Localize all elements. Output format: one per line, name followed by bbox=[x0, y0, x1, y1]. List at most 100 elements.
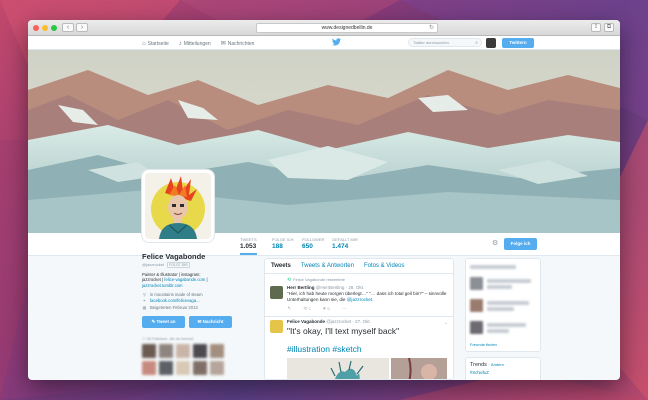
tweet-to-button[interactable]: ✎ Tweet an bbox=[142, 315, 185, 328]
more-icon[interactable]: ··· bbox=[342, 306, 347, 312]
account-avatar[interactable] bbox=[486, 38, 496, 48]
profile-name[interactable]: Felice Vagabonde bbox=[142, 252, 232, 261]
tab-tweets[interactable]: Tweets bbox=[271, 263, 291, 269]
maximize-window-button[interactable] bbox=[51, 25, 57, 31]
follow-button[interactable]: Folge ich bbox=[504, 238, 537, 250]
stat-followers[interactable]: FOLLOWER 650 bbox=[302, 237, 324, 250]
profile-sidebar: Felice Vagabonde @jazzrocket FOLGT DIR P… bbox=[142, 252, 232, 375]
home-icon: ⌂ bbox=[142, 40, 146, 47]
follower-avatar[interactable] bbox=[176, 360, 190, 375]
follow-button-label: Folge ich bbox=[510, 241, 531, 246]
address-bar[interactable]: www.designedbellin.de ↻ bbox=[256, 23, 438, 33]
tweet-author-avatar[interactable] bbox=[270, 286, 283, 299]
stat-tweets[interactable]: TWEETS 1.053 bbox=[240, 237, 257, 255]
profile-actions: ✎ Tweet an ✉ Nachricht bbox=[142, 315, 232, 328]
minimize-window-button[interactable] bbox=[42, 25, 48, 31]
close-window-button[interactable] bbox=[33, 25, 39, 31]
tweet-hashtags[interactable]: #illustration #sketch bbox=[287, 344, 447, 354]
tabs-icon[interactable]: ⧉ bbox=[604, 23, 614, 32]
tweet-author-avatar[interactable] bbox=[270, 319, 283, 333]
joined-text: Beigetreten Februar 2013 bbox=[150, 304, 198, 310]
follower-avatar[interactable] bbox=[159, 343, 173, 358]
nav-notifications[interactable]: ♪ Mitteilungen bbox=[179, 40, 211, 47]
stat-followers-label: FOLLOWER bbox=[302, 237, 325, 242]
tweet-author-handle[interactable]: @HerrBertling bbox=[316, 285, 345, 290]
search-input[interactable]: Twitter durchsuchen ⌕ bbox=[408, 38, 482, 47]
find-friends-link[interactable]: Freunde finden bbox=[470, 342, 536, 347]
forward-icon[interactable]: › bbox=[76, 23, 88, 32]
browser-nav: ‹ › bbox=[62, 23, 88, 32]
tweet-media bbox=[287, 357, 447, 379]
follower-avatar[interactable] bbox=[176, 343, 190, 358]
stat-tweets-label: TWEETS bbox=[240, 237, 257, 242]
suggestion-avatar[interactable] bbox=[470, 277, 483, 290]
stat-likes[interactable]: GEFÄLLT MIR 1.474 bbox=[332, 237, 358, 250]
bio-link-tumblr[interactable]: jazzrocket.tumblr.com bbox=[142, 283, 232, 288]
suggestion-avatar[interactable] bbox=[470, 321, 483, 334]
nav-home[interactable]: ⌂ Startseite bbox=[142, 40, 169, 47]
nav-messages[interactable]: ✉ Nachrichten bbox=[220, 40, 255, 48]
share-icon[interactable]: ⇪ bbox=[591, 23, 601, 32]
trend-item[interactable]: #SchiefuZ bbox=[470, 370, 536, 375]
retweet-action[interactable]: ⟲ 1 bbox=[303, 306, 311, 312]
follows-you-badge: FOLGT DIR bbox=[167, 262, 190, 268]
follower-avatar[interactable] bbox=[159, 360, 173, 375]
tweet-date[interactable]: · 28. Okt. bbox=[346, 285, 365, 290]
message-button[interactable]: ✉ Nachricht bbox=[189, 315, 232, 328]
back-icon[interactable]: ‹ bbox=[62, 23, 74, 32]
reload-icon[interactable]: ↻ bbox=[429, 24, 434, 33]
followers-you-know[interactable]: ⚇ 33 Follower, die du kennst bbox=[142, 336, 232, 341]
stat-following-value: 188 bbox=[272, 243, 283, 250]
reply-icon[interactable]: ↰ bbox=[287, 306, 291, 312]
profile-nav: TWEETS 1.053 FOLGE ICH 188 FOLLOWER 650 … bbox=[28, 233, 620, 256]
tab-tweets-replies[interactable]: Tweets & Antworten bbox=[301, 263, 354, 269]
browser-actions: ⇪ ⧉ bbox=[591, 23, 614, 32]
search-placeholder: Twitter durchsuchen bbox=[413, 40, 449, 45]
envelope-icon: ✉ bbox=[220, 41, 226, 47]
retweet-note: ⟲ Felice Vagabonde retweetete bbox=[265, 274, 453, 283]
follower-avatar[interactable] bbox=[193, 343, 207, 358]
gear-icon[interactable]: ⚙ bbox=[492, 239, 498, 247]
blurred-line bbox=[487, 279, 532, 283]
trends-card: Trends · Ändern #SchiefuZ bbox=[465, 357, 541, 380]
tweet-author-handle[interactable]: @jazzrocket bbox=[326, 319, 351, 324]
suggestion-item[interactable] bbox=[470, 321, 536, 335]
tweet-image[interactable] bbox=[287, 357, 389, 379]
twitter-topbar: ⌂ Startseite ♪ Mitteilungen ✉ Nachrichte… bbox=[28, 36, 620, 50]
profile-avatar[interactable] bbox=[142, 170, 214, 242]
stat-following[interactable]: FOLGE ICH 188 bbox=[272, 237, 294, 250]
trends-change-link[interactable]: · Ändern bbox=[488, 362, 503, 367]
follower-avatar[interactable] bbox=[210, 360, 224, 375]
suggestion-item[interactable] bbox=[470, 277, 536, 291]
bio-link-website[interactable]: felice-vagabonde.com bbox=[164, 277, 205, 282]
profile-header-image bbox=[28, 50, 620, 233]
chevron-down-icon[interactable]: ⌄ bbox=[444, 320, 448, 326]
compose-tweet-label: Twittern bbox=[509, 40, 527, 45]
tweet-timeline: Tweets Tweets & Antworten Fotos & Videos… bbox=[264, 258, 454, 380]
suggestion-item[interactable] bbox=[470, 299, 536, 313]
suggestion-avatar[interactable] bbox=[470, 299, 483, 312]
nav-messages-label: Nachrichten bbox=[227, 40, 255, 47]
follower-avatar[interactable] bbox=[193, 360, 207, 375]
tab-photos-videos[interactable]: Fotos & Videos bbox=[364, 263, 405, 269]
tweet-item[interactable]: Herr Bertling @HerrBertling · 28. Okt. "… bbox=[265, 283, 453, 317]
tweet-author-name[interactable]: Herr Bertling bbox=[287, 285, 315, 290]
tweet-to-label: Tweet an bbox=[156, 318, 176, 324]
tweet-date[interactable]: · 27. Okt. bbox=[352, 319, 371, 324]
follower-avatar[interactable] bbox=[142, 360, 156, 375]
tweet-image[interactable] bbox=[391, 357, 447, 379]
profile-handle[interactable]: @jazzrocket bbox=[142, 262, 164, 267]
tweet-item[interactable]: ⌄ Felice Vagabonde @jazzrocket · 27. Okt… bbox=[265, 317, 453, 379]
follower-avatar[interactable] bbox=[142, 343, 156, 358]
tweet-mention[interactable]: @jazzrocket. bbox=[347, 297, 374, 302]
like-action[interactable]: ♥ 6 bbox=[323, 306, 330, 312]
search-icon[interactable]: ⌕ bbox=[475, 39, 478, 47]
tweet-author-name[interactable]: Felice Vagabonde bbox=[287, 319, 325, 324]
blurred-line bbox=[487, 307, 514, 311]
window-controls bbox=[33, 25, 57, 31]
compose-tweet-button[interactable]: Twittern bbox=[502, 38, 534, 48]
profile-joined: ▦ Beigetreten Februar 2013 bbox=[142, 305, 232, 311]
twitter-bird-icon[interactable] bbox=[332, 38, 341, 48]
bio-line2-suffix: | bbox=[206, 277, 208, 283]
follower-avatar[interactable] bbox=[210, 343, 224, 358]
